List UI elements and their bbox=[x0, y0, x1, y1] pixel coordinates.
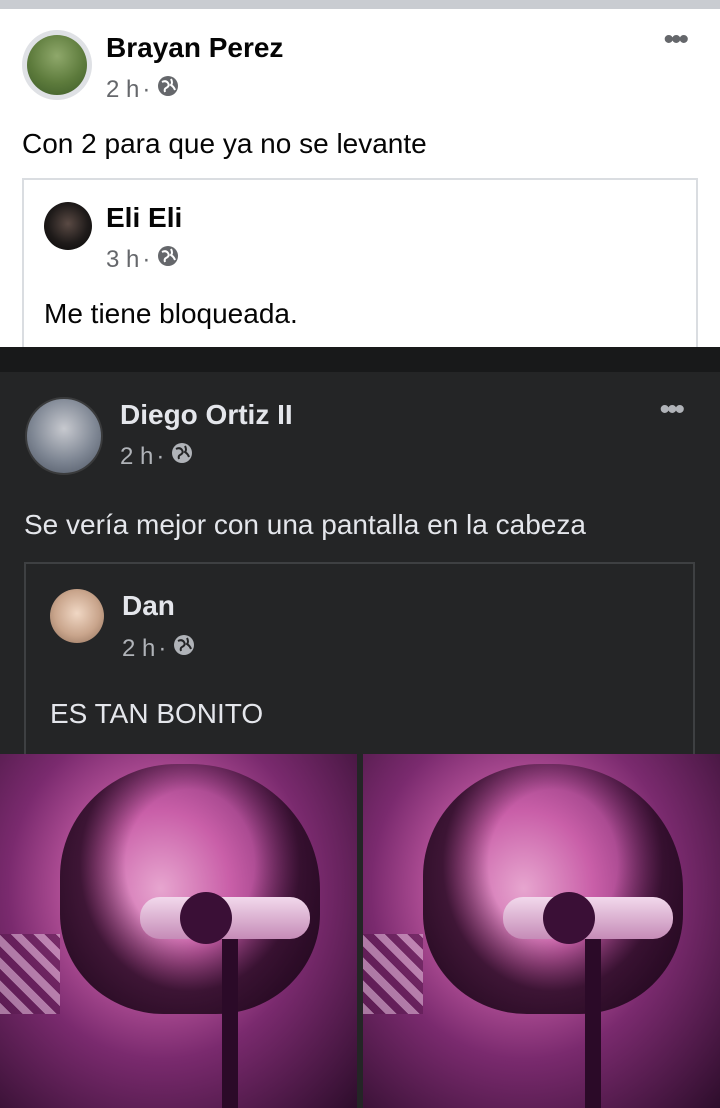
meta-separator: · bbox=[158, 634, 167, 662]
author-name[interactable]: Diego Ortiz II bbox=[120, 399, 293, 431]
more-options-icon[interactable]: ••• bbox=[663, 25, 688, 55]
photo-subject bbox=[423, 764, 683, 1014]
post-meta: 2 h · bbox=[120, 442, 193, 471]
post-meta: 2 h · bbox=[106, 75, 179, 104]
shared-post-meta: 2 h · bbox=[122, 634, 195, 663]
meta-separator: · bbox=[142, 245, 151, 273]
globe-icon bbox=[173, 634, 195, 663]
post-time[interactable]: 2 h bbox=[106, 76, 139, 104]
author-name[interactable]: Brayan Perez bbox=[106, 32, 283, 64]
shared-post[interactable]: Eli Eli 3 h · Me tiene bloqueada. bbox=[22, 178, 698, 358]
meta-separator: · bbox=[156, 442, 165, 470]
shared-post[interactable]: Dan 2 h · ES TAN BONITO bbox=[24, 562, 695, 757]
shared-photo-right[interactable] bbox=[363, 754, 720, 1108]
photo-subject bbox=[60, 764, 320, 1014]
globe-icon bbox=[157, 245, 179, 274]
meta-separator: · bbox=[142, 75, 151, 103]
author-avatar[interactable] bbox=[25, 397, 103, 475]
shared-photo-left[interactable] bbox=[0, 754, 357, 1108]
shared-post-text: ES TAN BONITO bbox=[50, 698, 264, 729]
globe-icon[interactable] bbox=[171, 442, 193, 471]
shared-photos bbox=[0, 754, 720, 1108]
microphone-stand bbox=[222, 939, 238, 1108]
more-options-icon[interactable]: ••• bbox=[659, 395, 684, 425]
microphone-head bbox=[180, 892, 232, 944]
shared-author-avatar[interactable] bbox=[44, 202, 92, 250]
globe-icon[interactable] bbox=[157, 75, 179, 104]
dark-post: Diego Ortiz II 2 h · ••• Se vería mejor … bbox=[0, 347, 720, 1108]
post-text: Con 2 para que ya no se levante bbox=[22, 128, 427, 159]
light-post: Brayan Perez 2 h · ••• Con 2 para que ya… bbox=[0, 0, 720, 358]
shared-post-time[interactable]: 3 h bbox=[106, 246, 139, 274]
background-pattern bbox=[0, 934, 60, 1014]
microphone-stand bbox=[585, 939, 601, 1108]
post-time[interactable]: 2 h bbox=[120, 443, 153, 471]
background-pattern bbox=[363, 934, 423, 1014]
shared-author-avatar[interactable] bbox=[50, 589, 104, 643]
post-text: Se vería mejor con una pantalla en la ca… bbox=[24, 509, 586, 540]
shared-author-name[interactable]: Dan bbox=[122, 590, 175, 622]
top-divider bbox=[0, 347, 720, 372]
shared-author-name[interactable]: Eli Eli bbox=[106, 202, 182, 234]
microphone-head bbox=[543, 892, 595, 944]
shared-post-time[interactable]: 2 h bbox=[122, 635, 155, 663]
shared-post-meta: 3 h · bbox=[106, 245, 179, 274]
author-avatar[interactable] bbox=[27, 35, 87, 95]
shared-post-text: Me tiene bloqueada. bbox=[44, 298, 298, 329]
top-divider bbox=[0, 0, 720, 9]
